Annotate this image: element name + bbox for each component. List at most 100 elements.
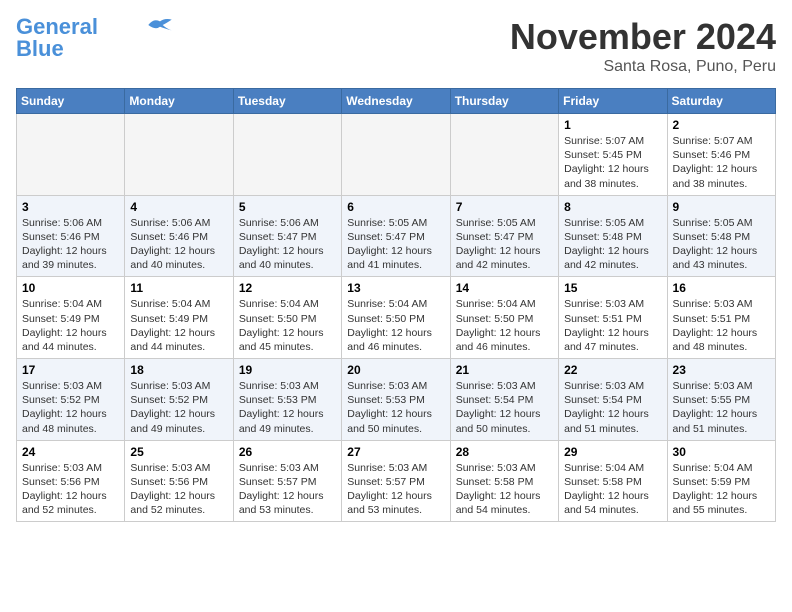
title-block: November 2024 Santa Rosa, Puno, Peru [510,16,776,76]
calendar-cell: 6Sunrise: 5:05 AM Sunset: 5:47 PM Daylig… [342,195,450,277]
day-number: 14 [456,281,553,295]
day-info: Sunrise: 5:03 AM Sunset: 5:58 PM Dayligh… [456,461,553,518]
day-number: 23 [673,363,770,377]
day-number: 25 [130,445,227,459]
calendar-cell: 5 Sunrise: 5:06 AM Sunset: 5:47 PM Daylig… [233,195,341,277]
day-info: Sunrise: 5:03 AM Sunset: 5:54 PM Dayligh… [456,379,553,436]
calendar-cell: 15 Sunrise: 5:03 AM Sunset: 5:51 PM Dayli… [559,277,667,359]
day-info: Sunrise: 5:07 AM Sunset: 5:45 PM Dayligh… [564,134,661,191]
day-number: 12 [239,281,336,295]
day-number: 4 [130,200,227,214]
calendar-cell: 2 Sunrise: 5:07 AM Sunset: 5:46 PM Daylig… [667,114,775,196]
calendar-cell: 18Sunrise: 5:03 AM Sunset: 5:52 PM Dayli… [125,359,233,441]
calendar-cell [450,114,558,196]
day-info: Sunrise: 5:06 AM Sunset: 5:46 PM Dayligh… [130,216,227,273]
day-info: Sunrise: 5:04 AM Sunset: 5:50 PM Dayligh… [239,297,336,354]
day-number: 15 [564,281,661,295]
day-number: 26 [239,445,336,459]
calendar-week-3: 17 Sunrise: 5:03 AM Sunset: 5:52 PM Dayli… [17,359,776,441]
weekday-header-wednesday: Wednesday [342,89,450,114]
day-info: Sunrise: 5:03 AM Sunset: 5:55 PM Dayligh… [673,379,770,436]
day-number: 22 [564,363,661,377]
location: Santa Rosa, Puno, Peru [510,58,776,76]
calendar-cell: 4 Sunrise: 5:06 AM Sunset: 5:46 PM Daylig… [125,195,233,277]
day-info: Sunrise: 5:04 AM Sunset: 5:49 PM Dayligh… [22,297,119,354]
day-info: Sunrise: 5:03 AM Sunset: 5:51 PM Dayligh… [673,297,770,354]
calendar-header-row: SundayMondayTuesdayWednesdayThursdayFrid… [17,89,776,114]
day-info: Sunrise: 5:03 AM Sunset: 5:54 PM Dayligh… [564,379,661,436]
calendar-cell: 10 Sunrise: 5:04 AM Sunset: 5:49 PM Dayli… [17,277,125,359]
calendar-cell: 23 Sunrise: 5:03 AM Sunset: 5:55 PM Dayli… [667,359,775,441]
day-info: Sunrise: 5:05 AM Sunset: 5:48 PM Dayligh… [564,216,661,273]
calendar-cell: 12 Sunrise: 5:04 AM Sunset: 5:50 PM Dayli… [233,277,341,359]
weekday-header-saturday: Saturday [667,89,775,114]
day-number: 5 [239,200,336,214]
calendar-cell: 30Sunrise: 5:04 AM Sunset: 5:59 PM Dayli… [667,440,775,522]
day-number: 29 [564,445,661,459]
day-number: 20 [347,363,444,377]
calendar-cell [342,114,450,196]
day-info: Sunrise: 5:05 AM Sunset: 5:48 PM Dayligh… [673,216,770,273]
logo-text: General [16,16,98,38]
day-number: 3 [22,200,119,214]
calendar-cell: 11 Sunrise: 5:04 AM Sunset: 5:49 PM Dayli… [125,277,233,359]
weekday-header-tuesday: Tuesday [233,89,341,114]
day-number: 27 [347,445,444,459]
calendar-cell: 29 Sunrise: 5:04 AM Sunset: 5:58 PM Dayli… [559,440,667,522]
weekday-header-monday: Monday [125,89,233,114]
day-number: 11 [130,281,227,295]
day-number: 16 [673,281,770,295]
day-info: Sunrise: 5:04 AM Sunset: 5:58 PM Dayligh… [564,461,661,518]
calendar-cell: 16 Sunrise: 5:03 AM Sunset: 5:51 PM Dayli… [667,277,775,359]
weekday-header-friday: Friday [559,89,667,114]
day-number: 28 [456,445,553,459]
calendar-body: 1 Sunrise: 5:07 AM Sunset: 5:45 PM Daylig… [17,114,776,522]
calendar-cell: 13Sunrise: 5:04 AM Sunset: 5:50 PM Dayli… [342,277,450,359]
day-info: Sunrise: 5:03 AM Sunset: 5:57 PM Dayligh… [347,461,444,518]
day-info: Sunrise: 5:04 AM Sunset: 5:49 PM Dayligh… [130,297,227,354]
calendar-cell: 26 Sunrise: 5:03 AM Sunset: 5:57 PM Dayli… [233,440,341,522]
calendar-cell: 25 Sunrise: 5:03 AM Sunset: 5:56 PM Dayli… [125,440,233,522]
day-info: Sunrise: 5:07 AM Sunset: 5:46 PM Dayligh… [673,134,770,191]
day-number: 1 [564,118,661,132]
day-info: Sunrise: 5:03 AM Sunset: 5:53 PM Dayligh… [239,379,336,436]
logo-blue: Blue [16,38,64,60]
calendar-cell [233,114,341,196]
day-number: 2 [673,118,770,132]
day-info: Sunrise: 5:03 AM Sunset: 5:57 PM Dayligh… [239,461,336,518]
day-number: 19 [239,363,336,377]
calendar-cell: 7Sunrise: 5:05 AM Sunset: 5:47 PM Daylig… [450,195,558,277]
calendar-cell [17,114,125,196]
calendar-cell: 1 Sunrise: 5:07 AM Sunset: 5:45 PM Daylig… [559,114,667,196]
day-number: 17 [22,363,119,377]
day-number: 8 [564,200,661,214]
day-info: Sunrise: 5:03 AM Sunset: 5:56 PM Dayligh… [22,461,119,518]
day-number: 21 [456,363,553,377]
calendar-cell: 14 Sunrise: 5:04 AM Sunset: 5:50 PM Dayli… [450,277,558,359]
day-number: 9 [673,200,770,214]
calendar-cell: 22 Sunrise: 5:03 AM Sunset: 5:54 PM Dayli… [559,359,667,441]
day-number: 24 [22,445,119,459]
calendar-week-1: 3 Sunrise: 5:06 AM Sunset: 5:46 PM Daylig… [17,195,776,277]
weekday-header-thursday: Thursday [450,89,558,114]
day-info: Sunrise: 5:03 AM Sunset: 5:56 PM Dayligh… [130,461,227,518]
day-number: 18 [130,363,227,377]
day-number: 10 [22,281,119,295]
calendar-week-4: 24 Sunrise: 5:03 AM Sunset: 5:56 PM Dayli… [17,440,776,522]
month-title: November 2024 [510,16,776,58]
day-info: Sunrise: 5:04 AM Sunset: 5:50 PM Dayligh… [456,297,553,354]
calendar-cell: 28 Sunrise: 5:03 AM Sunset: 5:58 PM Dayli… [450,440,558,522]
day-info: Sunrise: 5:06 AM Sunset: 5:47 PM Dayligh… [239,216,336,273]
calendar-cell: 27 Sunrise: 5:03 AM Sunset: 5:57 PM Dayli… [342,440,450,522]
day-info: Sunrise: 5:03 AM Sunset: 5:53 PM Dayligh… [347,379,444,436]
day-info: Sunrise: 5:05 AM Sunset: 5:47 PM Dayligh… [456,216,553,273]
calendar-cell: 20 Sunrise: 5:03 AM Sunset: 5:53 PM Dayli… [342,359,450,441]
calendar-cell: 24 Sunrise: 5:03 AM Sunset: 5:56 PM Dayli… [17,440,125,522]
day-info: Sunrise: 5:03 AM Sunset: 5:52 PM Dayligh… [22,379,119,436]
calendar-cell: 17 Sunrise: 5:03 AM Sunset: 5:52 PM Dayli… [17,359,125,441]
day-info: Sunrise: 5:05 AM Sunset: 5:47 PM Dayligh… [347,216,444,273]
page-header: General Blue November 2024 Santa Rosa, P… [16,16,776,76]
day-info: Sunrise: 5:03 AM Sunset: 5:51 PM Dayligh… [564,297,661,354]
logo: General Blue [16,16,174,60]
weekday-header-sunday: Sunday [17,89,125,114]
